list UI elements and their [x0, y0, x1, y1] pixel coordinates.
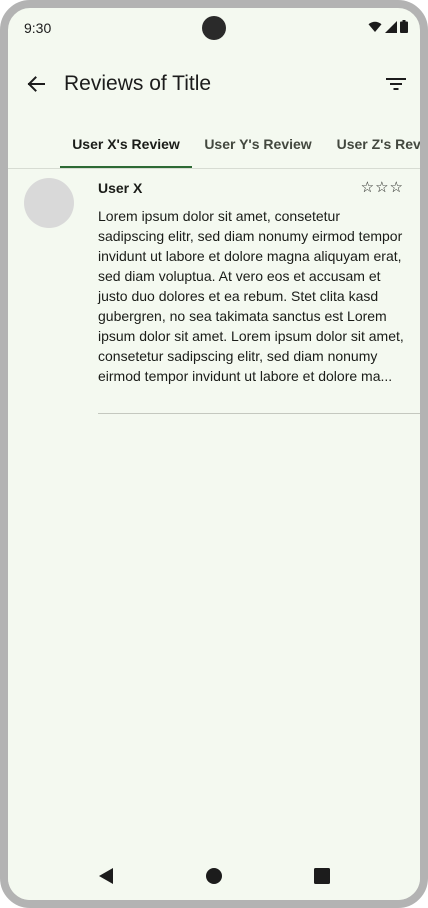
device-frame: 9:30 Reviews of Title User X's Review Us… [0, 0, 428, 908]
filter-icon [386, 78, 406, 90]
avatar [24, 178, 74, 228]
nav-recents-button[interactable] [310, 864, 334, 888]
signal-icon [385, 20, 397, 33]
back-button[interactable] [20, 68, 52, 100]
status-time: 9:30 [24, 20, 52, 36]
tab-user-x[interactable]: User X's Review [60, 120, 192, 168]
page-title: Reviews of Title [64, 72, 212, 95]
top-app-bar: Reviews of Title [8, 48, 420, 112]
status-icons [368, 20, 408, 33]
camera-cutout [202, 16, 226, 40]
star-rating: ☆☆☆ [360, 178, 404, 196]
battery-icon [400, 20, 408, 33]
nav-home-button[interactable] [202, 864, 226, 888]
home-circle-icon [206, 868, 222, 884]
nav-back-button[interactable] [94, 864, 118, 888]
tab-user-y[interactable]: User Y's Review [192, 120, 324, 168]
recents-square-icon [314, 868, 330, 884]
wifi-icon [368, 21, 382, 32]
divider [98, 413, 420, 414]
system-nav-bar [8, 850, 420, 900]
tab-indicator [60, 166, 192, 168]
filter-button[interactable] [380, 68, 412, 100]
arrow-left-icon [27, 76, 45, 92]
review-text: Lorem ipsum dolor sit amet, consetetur s… [98, 208, 404, 384]
review-tabs: User X's Review User Y's Review User Z's… [8, 120, 420, 169]
tab-user-z[interactable]: User Z's Review [324, 120, 420, 168]
reviewer-name: User X [98, 180, 143, 196]
back-triangle-icon [99, 868, 113, 884]
status-bar: 9:30 [8, 8, 420, 48]
